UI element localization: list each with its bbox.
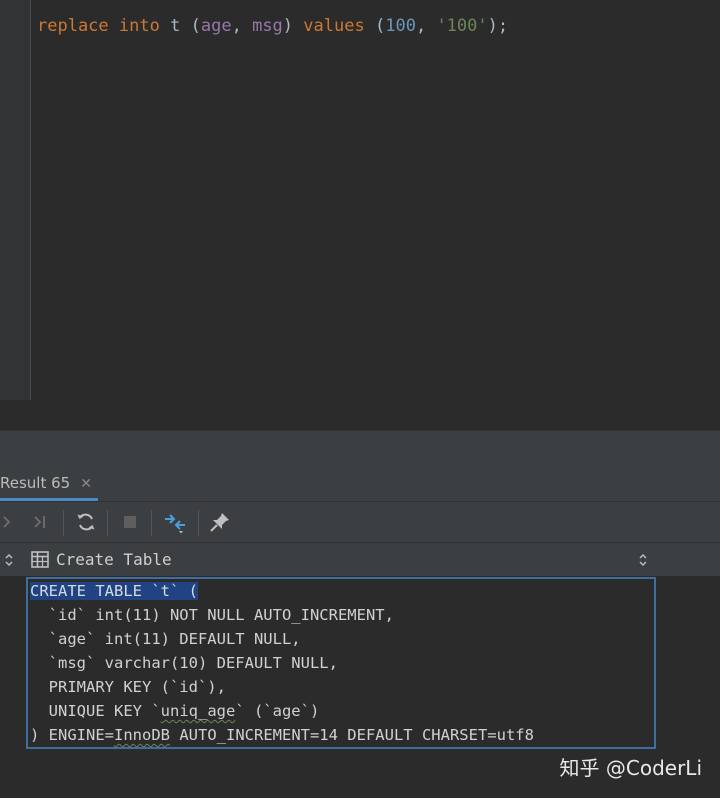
tab-label: Result 65 [0, 474, 71, 492]
selected-text: CREATE TABLE `t` ( [30, 582, 198, 600]
results-tabbar: Result 65 ✕ [0, 467, 720, 502]
toolbar-separator [107, 510, 108, 536]
chevron-right-icon[interactable] [0, 510, 24, 534]
ddl-line: ) ENGINE=InnoDB AUTO_INCREMENT=14 DEFAUL… [30, 723, 534, 747]
code-token: '100' [436, 16, 488, 36]
code-token: ( [374, 16, 386, 36]
ddl-line: `age` int(11) DEFAULT NULL, [30, 630, 301, 648]
panel-splitter[interactable] [0, 430, 720, 468]
refresh-icon[interactable] [74, 510, 98, 534]
tab-result-65[interactable]: Result 65 ✕ [0, 467, 98, 501]
sql-editor[interactable]: replace into t (age, msg) values (100, '… [0, 0, 720, 400]
last-page-icon[interactable] [30, 510, 54, 534]
editor-bottom-area [0, 400, 720, 430]
ddl-text: UNIQUE KEY ` [30, 702, 161, 720]
stop-icon[interactable] [118, 510, 142, 534]
toolbar-separator [63, 510, 64, 536]
code-token: msg [252, 16, 283, 36]
pin-icon[interactable] [208, 510, 232, 534]
code-token: replace [37, 16, 109, 36]
ddl-line: `msg` varchar(10) DEFAULT NULL, [30, 654, 338, 672]
code-token: age [200, 16, 232, 36]
code-token: into [118, 16, 160, 36]
toolbar-separator [151, 510, 152, 536]
ddl-line: PRIMARY KEY (`id`), [30, 678, 226, 696]
ddl-line: UNIQUE KEY `uniq_age` (`age`) [30, 699, 320, 723]
ddl-text: uniq_age [160, 702, 236, 720]
ddl-text: InnoDB [114, 726, 170, 744]
ddl-line: `id` int(11) NOT NULL AUTO_INCREMENT, [30, 606, 394, 624]
code-token: ( [190, 16, 201, 36]
code-line-1[interactable]: replace into t (age, msg) values (100, '… [37, 15, 508, 37]
table-icon [31, 551, 49, 568]
code-token: ) [282, 16, 294, 36]
compare-icon[interactable] [163, 510, 187, 534]
toolbar-separator [198, 510, 199, 536]
results-toolbar [0, 502, 720, 543]
code-token: t [170, 16, 181, 36]
ddl-text: ` (`age`) [235, 702, 320, 720]
code-token: ); [487, 16, 509, 36]
ddl-text: ) ENGINE= [30, 726, 114, 744]
ddl-line: CREATE TABLE `t` ( [30, 579, 198, 603]
view-mode-label[interactable]: Create Table [56, 543, 172, 576]
code-token: values [303, 16, 365, 36]
ddl-text: AUTO_INCREMENT=14 DEFAULT CHARSET=utf8 [170, 726, 534, 744]
close-icon[interactable]: ✕ [80, 476, 92, 492]
code-token: 100 [385, 16, 416, 36]
sort-arrows-icon[interactable] [4, 552, 14, 568]
sort-arrows-icon[interactable] [638, 552, 648, 568]
results-subheader: Create Table [0, 543, 720, 576]
code-token: , [415, 16, 427, 36]
watermark: 知乎 @CoderLi [559, 756, 702, 780]
code-token: , [231, 16, 242, 36]
editor-gutter [0, 0, 31, 400]
